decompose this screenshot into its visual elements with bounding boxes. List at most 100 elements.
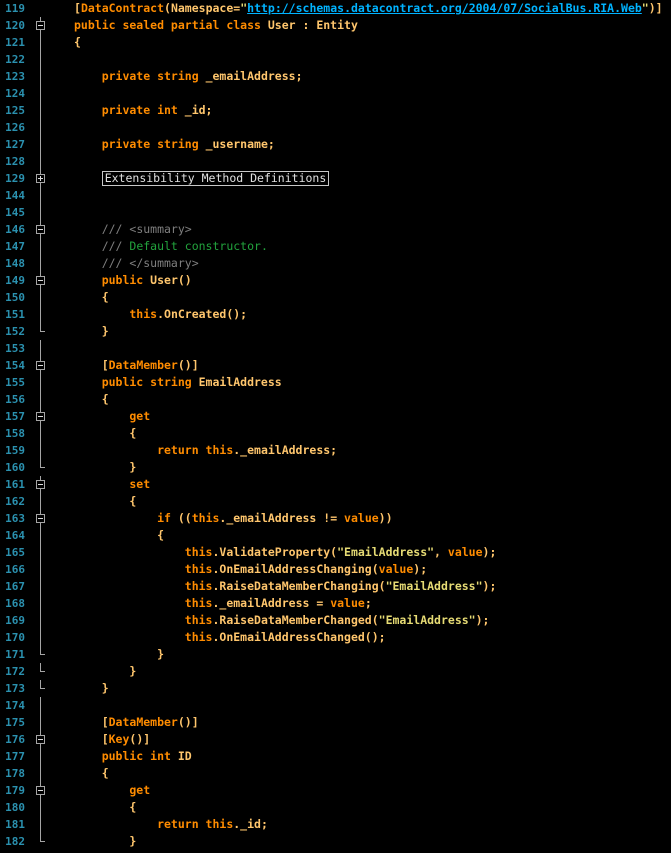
code-line[interactable]: 153 [0, 340, 671, 357]
code-line[interactable]: 121 { [0, 34, 671, 51]
code-line[interactable]: 147 /// Default constructor. [0, 238, 671, 255]
collapse-icon[interactable] [36, 408, 45, 425]
code-editor[interactable]: 119 [DataContract(Namespace="http://schem… [0, 0, 671, 853]
code-line[interactable]: 160 } [0, 459, 671, 476]
code-line[interactable]: 174 [0, 697, 671, 714]
code-token: ._id; [233, 817, 268, 831]
code-line[interactable]: 146 /// <summary> [0, 221, 671, 238]
code-line[interactable]: 128 [0, 153, 671, 170]
collapse-icon[interactable] [36, 510, 45, 527]
code-line[interactable]: 166 this.OnEmailAddressChanging(value); [0, 561, 671, 578]
code-token: /// [74, 239, 130, 253]
code-token: public string [74, 375, 199, 389]
code-line[interactable]: 177 public int ID [0, 748, 671, 765]
expand-icon[interactable] [36, 170, 45, 187]
code-line[interactable]: 145 [0, 204, 671, 221]
code-line[interactable]: 129 Extensibility Method Definitions [0, 170, 671, 187]
collapse-icon[interactable] [36, 221, 45, 238]
code-line[interactable]: 120 public sealed partial class User : En… [0, 17, 671, 34]
code-line[interactable]: 178 { [0, 765, 671, 782]
outline-end-marker [36, 323, 45, 340]
code-line[interactable]: 172 } [0, 663, 671, 680]
code-line[interactable]: 169 this.RaiseDataMemberChanged("EmailAd… [0, 612, 671, 629]
code-line[interactable]: 163 if ((this._emailAddress != value)) [0, 510, 671, 527]
code-line[interactable]: 127 private string _username; [0, 136, 671, 153]
outline-guide [36, 748, 45, 765]
code-line[interactable]: 161 set [0, 476, 671, 493]
code-line[interactable]: 175 [DataMember()] [0, 714, 671, 731]
code-line[interactable]: 157 get [0, 408, 671, 425]
code-token: return this [74, 817, 234, 831]
code-line[interactable]: 167 this.RaiseDataMemberChanging("EmailA… [0, 578, 671, 595]
line-number: 181 [5, 818, 25, 831]
code-line[interactable]: 179 get [0, 782, 671, 799]
line-number: 161 [5, 478, 25, 491]
code-line[interactable]: 148 /// </summary> [0, 255, 671, 272]
code-line[interactable]: 173 } [0, 680, 671, 697]
code-line[interactable]: 171 } [0, 646, 671, 663]
code-token: EmailAddress [198, 375, 282, 389]
line-number: 157 [5, 410, 25, 423]
code-text: } [74, 323, 109, 340]
outline-end-marker [36, 833, 45, 850]
code-line[interactable]: 156 { [0, 391, 671, 408]
code-token: } [74, 460, 137, 474]
code-line[interactable]: 165 this.ValidateProperty("EmailAddress"… [0, 544, 671, 561]
collapse-icon[interactable] [36, 17, 45, 34]
code-line[interactable]: 162 { [0, 493, 671, 510]
code-line[interactable]: 150 { [0, 289, 671, 306]
collapse-icon[interactable] [36, 272, 45, 289]
code-token: DataContract [80, 1, 165, 15]
code-token: { [74, 290, 109, 304]
code-line[interactable]: 176 [Key()] [0, 731, 671, 748]
code-line[interactable]: 125 private int _id; [0, 102, 671, 119]
namespace-link[interactable]: http://schemas.datacontract.org/2004/07/… [247, 1, 642, 15]
code-line[interactable]: 158 { [0, 425, 671, 442]
outline-guide [36, 187, 45, 204]
collapse-icon[interactable] [36, 782, 45, 799]
code-line[interactable]: 164 { [0, 527, 671, 544]
collapse-icon[interactable] [36, 731, 45, 748]
outline-guide [36, 374, 45, 391]
code-token: { [74, 494, 137, 508]
code-line[interactable]: 182 } [0, 833, 671, 850]
code-line[interactable]: 170 this.OnEmailAddressChanged(); [0, 629, 671, 646]
line-number: 160 [5, 461, 25, 474]
code-line[interactable]: 180 { [0, 799, 671, 816]
line-number: 126 [5, 121, 25, 134]
code-token: ); [482, 579, 497, 593]
code-line[interactable]: 168 this._emailAddress = value; [0, 595, 671, 612]
code-line[interactable]: 154 [DataMember()] [0, 357, 671, 374]
code-token: } [74, 834, 137, 848]
code-line[interactable]: 149 public User() [0, 272, 671, 289]
code-line[interactable]: 152 } [0, 323, 671, 340]
code-line[interactable]: 126 [0, 119, 671, 136]
code-line[interactable]: 155 public string EmailAddress [0, 374, 671, 391]
code-token: { [74, 392, 109, 406]
code-line[interactable]: 124 [0, 85, 671, 102]
code-line[interactable]: 159 return this._emailAddress; [0, 442, 671, 459]
collapsed-region[interactable]: Extensibility Method Definitions [101, 171, 330, 186]
line-number: 165 [5, 546, 25, 559]
line-number: 175 [5, 716, 25, 729]
code-token: )) [378, 511, 393, 525]
collapse-icon[interactable] [36, 357, 45, 374]
code-line[interactable]: 144 [0, 187, 671, 204]
code-line[interactable]: 123 private string _emailAddress; [0, 68, 671, 85]
line-number: 173 [5, 682, 25, 695]
code-token: ._emailAddress != [219, 511, 345, 525]
code-text: [DataMember()] [74, 357, 199, 374]
collapse-icon[interactable] [36, 476, 45, 493]
line-number: 162 [5, 495, 25, 508]
code-line[interactable]: 181 return this._id; [0, 816, 671, 833]
code-token: return this [74, 443, 234, 457]
outline-end-marker [36, 459, 45, 476]
outline-guide [36, 425, 45, 442]
code-token: "EmailAddress" [337, 545, 435, 559]
code-token: /// [74, 256, 130, 270]
code-line[interactable]: 122 [0, 51, 671, 68]
code-line[interactable]: 151 this.OnCreated(); [0, 306, 671, 323]
code-text: } [74, 663, 136, 680]
line-number: 167 [5, 580, 25, 593]
code-line[interactable]: 119 [DataContract(Namespace= "http://schem… [0, 0, 671, 17]
